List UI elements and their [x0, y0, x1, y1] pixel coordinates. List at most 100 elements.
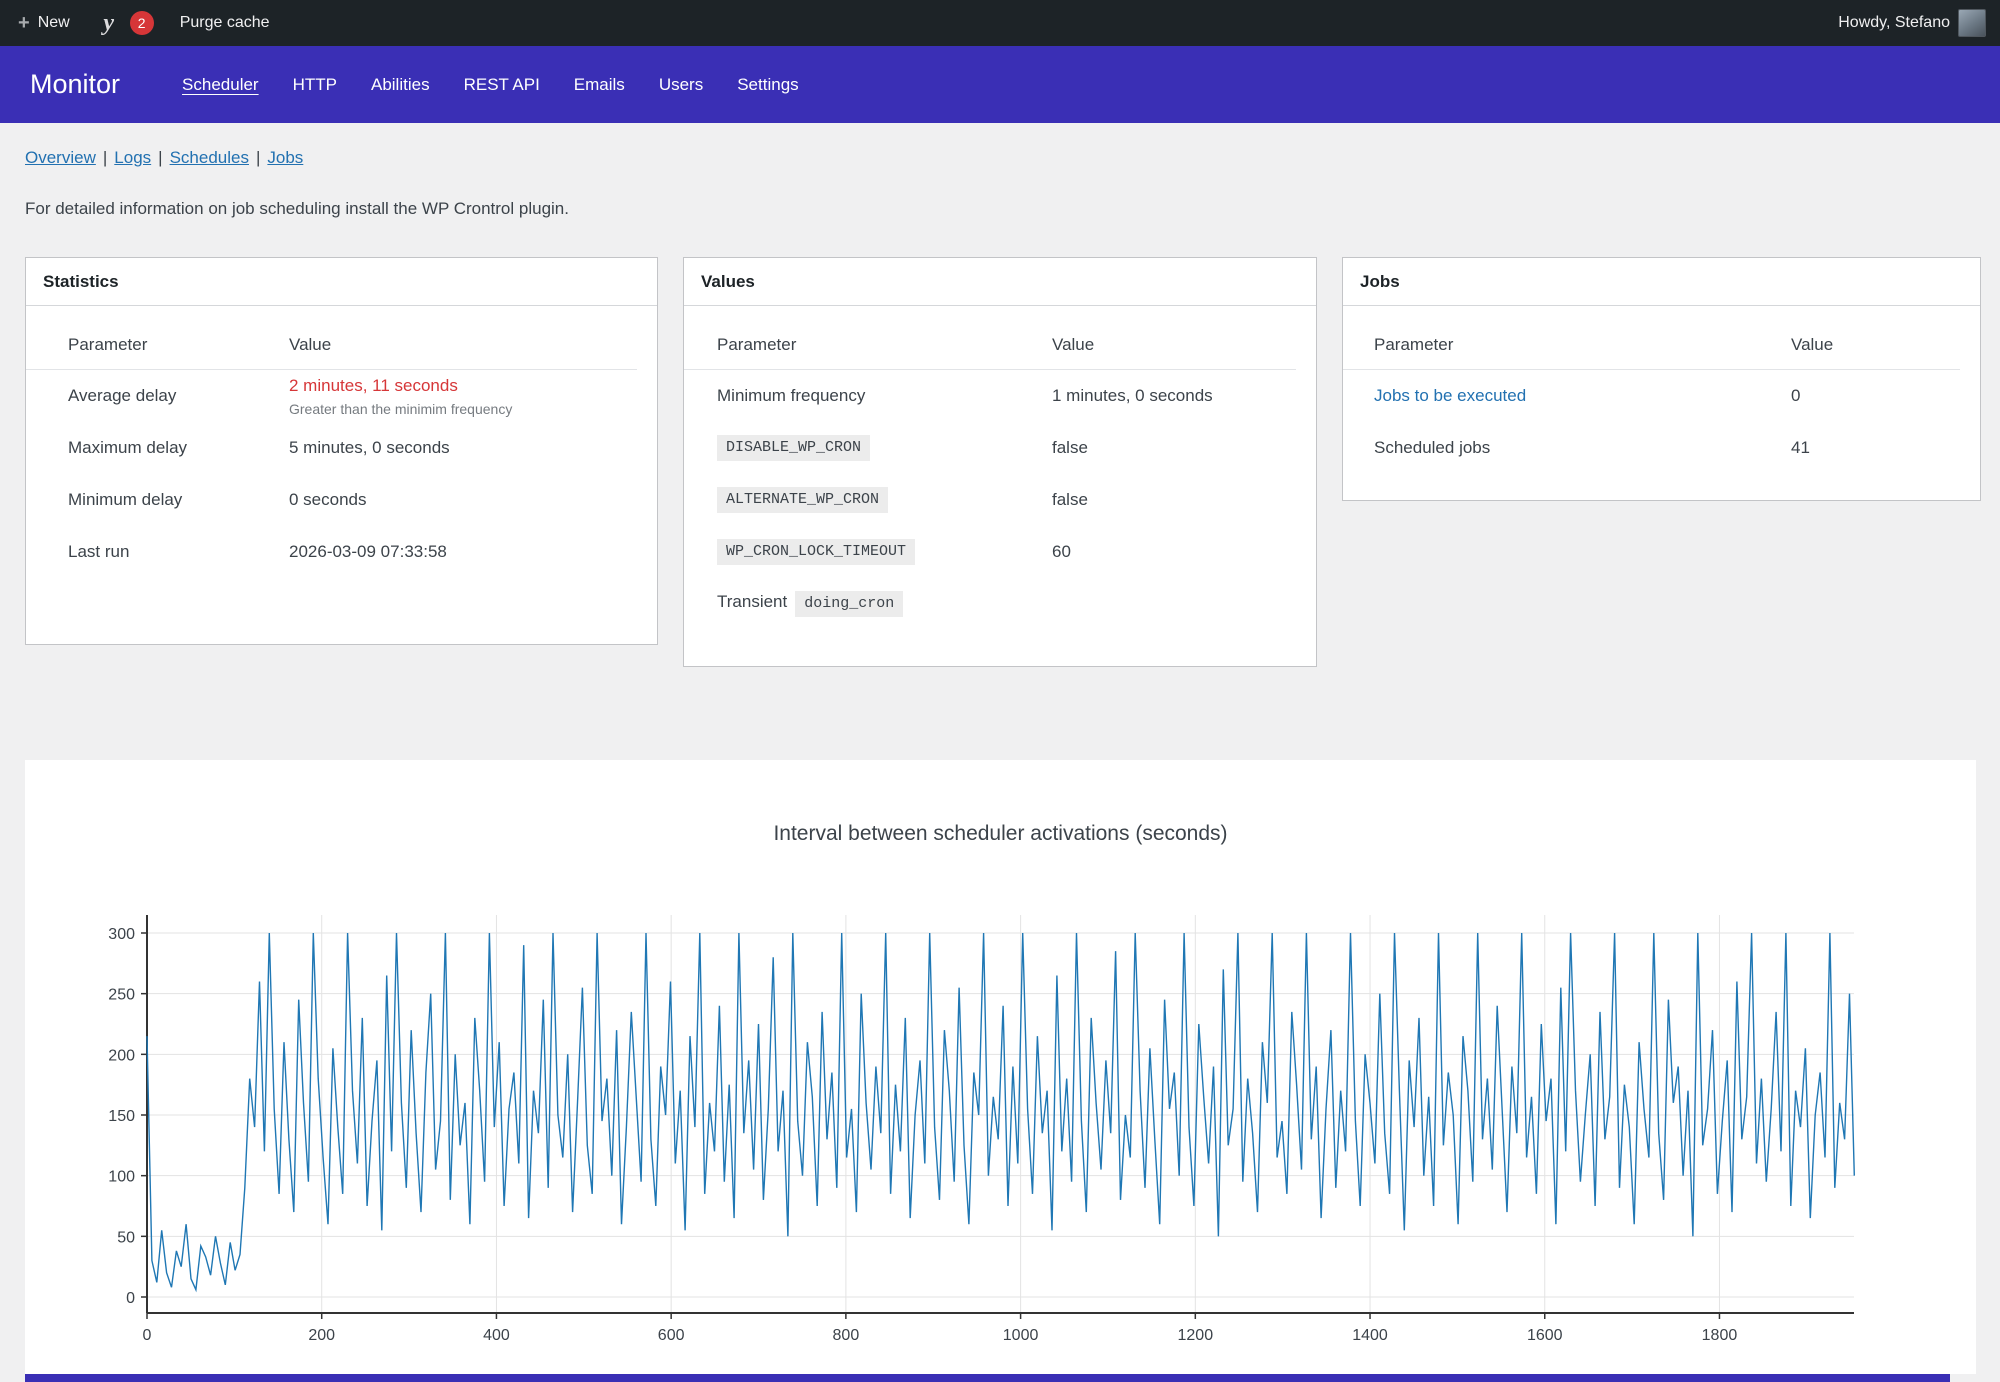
- param-cell: Minimum frequency: [717, 386, 1052, 406]
- table-header-row: ParameterValue: [1343, 320, 1960, 370]
- value-text: 2026-03-09 07:33:58: [289, 542, 447, 561]
- param-label: Last run: [68, 542, 129, 561]
- values-card: Values ParameterValue Minimum frequency 1 …: [683, 257, 1317, 667]
- admin-bar: + New y 2 Purge cache Howdy, Stefano: [0, 0, 2000, 46]
- value-text: 41: [1791, 438, 1810, 457]
- purge-cache-label: Purge cache: [180, 14, 270, 32]
- intro-text: For detailed information on job scheduli…: [25, 199, 569, 219]
- jobs-table: ParameterValue Jobs to be executed 0 Schedu…: [1343, 306, 1980, 474]
- y-tick-label-200: 200: [108, 1047, 135, 1064]
- value-cell: 60: [1052, 542, 1316, 562]
- param-cell: Maximum delay: [68, 438, 289, 458]
- new-label: New: [38, 14, 70, 32]
- column-header-value: Value: [1791, 335, 1960, 355]
- nav-item-rest-api[interactable]: REST API: [464, 75, 540, 95]
- chart-title: Interval between scheduler activations (…: [25, 822, 1976, 846]
- param-label: Minimum frequency: [717, 386, 865, 405]
- table-header-row: ParameterValue: [684, 320, 1296, 370]
- chart-card: 0200400600800100012001400160018000501001…: [25, 760, 1976, 1374]
- table-row: Jobs to be executed 0: [1343, 370, 1980, 422]
- new-button[interactable]: + New: [18, 13, 70, 33]
- nav-item-scheduler[interactable]: Scheduler: [182, 75, 259, 95]
- table-row: Minimum delay 0 seconds: [26, 474, 657, 526]
- x-tick-label-1800: 1800: [1702, 1327, 1738, 1344]
- plugin-nav: Monitor Scheduler HTTP Abilities REST API Em…: [0, 46, 2000, 123]
- value-cell: 0 seconds: [289, 490, 657, 510]
- breadcrumb-link-overview[interactable]: Overview: [25, 148, 96, 167]
- table-header-row: ParameterValue: [26, 320, 637, 370]
- value-text: 0 seconds: [289, 490, 367, 509]
- account-menu[interactable]: Howdy, Stefano: [1838, 9, 1986, 37]
- table-row: DISABLE_WP_CRON false: [684, 422, 1316, 474]
- code-chip: ALTERNATE_WP_CRON: [717, 487, 888, 514]
- howdy-label: Howdy, Stefano: [1838, 14, 1950, 32]
- x-tick-label-1600: 1600: [1527, 1327, 1563, 1344]
- avatar: [1958, 9, 1986, 37]
- yoast-notification-badge: 2: [130, 11, 154, 35]
- column-header-parameter: Parameter: [1374, 335, 1791, 355]
- value-cell: false: [1052, 438, 1316, 458]
- nav-item-abilities[interactable]: Abilities: [371, 75, 430, 95]
- card-title: Values: [684, 258, 1316, 306]
- nav-item-users[interactable]: Users: [659, 75, 703, 95]
- x-tick-label-600: 600: [658, 1327, 685, 1344]
- x-tick-label-1200: 1200: [1178, 1327, 1214, 1344]
- value-cell: 5 minutes, 0 seconds: [289, 438, 657, 458]
- param-cell: ALTERNATE_WP_CRON: [717, 487, 1052, 514]
- param-label: Scheduled jobs: [1374, 438, 1490, 457]
- x-tick-label-400: 400: [483, 1327, 510, 1344]
- table-row: Last run 2026-03-09 07:33:58: [26, 526, 657, 578]
- value-cell: 2 minutes, 11 seconds Greater than the mi…: [289, 376, 657, 417]
- value-cell: 0: [1791, 386, 1980, 406]
- purge-cache-button[interactable]: Purge cache: [180, 14, 270, 32]
- breadcrumb-link-jobs[interactable]: Jobs: [267, 148, 303, 167]
- param-link[interactable]: Jobs to be executed: [1374, 386, 1526, 405]
- nav-item-emails[interactable]: Emails: [574, 75, 625, 95]
- statistics-card: Statistics ParameterValueAverage delay2 …: [25, 257, 658, 645]
- card-title: Jobs: [1343, 258, 1980, 306]
- value-note: Greater than the minimim frequency: [289, 401, 641, 417]
- table-row: Transientdoing_cron: [684, 578, 1316, 630]
- value-text: 60: [1052, 542, 1071, 561]
- param-label: Maximum delay: [68, 438, 187, 457]
- table-row: Scheduled jobs 41: [1343, 422, 1980, 474]
- code-chip: DISABLE_WP_CRON: [717, 435, 870, 462]
- value-cell: 41: [1791, 438, 1980, 458]
- x-tick-label-200: 200: [308, 1327, 335, 1344]
- table-row: ALTERNATE_WP_CRON false: [684, 474, 1316, 526]
- code-chip: WP_CRON_LOCK_TIMEOUT: [717, 539, 915, 566]
- y-tick-label-250: 250: [108, 987, 135, 1004]
- param-cell: WP_CRON_LOCK_TIMEOUT: [717, 539, 1052, 566]
- param-label: Minimum delay: [68, 490, 182, 509]
- values-table: ParameterValue Minimum frequency 1 minutes…: [684, 306, 1316, 630]
- statistics-table: ParameterValueAverage delay2 minutes, 11…: [26, 306, 657, 578]
- param-cell: Scheduled jobs: [1374, 438, 1791, 458]
- table-row: Average delay2 minutes, 11 secondsGreate…: [26, 370, 657, 422]
- value-cell: false: [1052, 490, 1316, 510]
- value-text: false: [1052, 490, 1088, 509]
- yoast-menu[interactable]: y 2: [96, 10, 154, 36]
- value-cell: 1 minutes, 0 seconds: [1052, 386, 1316, 406]
- value-text: 2 minutes, 11 seconds: [289, 376, 458, 395]
- next-section-bar: [25, 1374, 1950, 1382]
- param-cell: Minimum delay: [68, 490, 289, 510]
- breadcrumb-link-schedules[interactable]: Schedules: [170, 148, 249, 167]
- x-tick-label-800: 800: [833, 1327, 860, 1344]
- breadcrumb-separator: |: [158, 148, 162, 167]
- table-row: WP_CRON_LOCK_TIMEOUT 60: [684, 526, 1316, 578]
- nav-item-http[interactable]: HTTP: [293, 75, 337, 95]
- page-title: Monitor: [30, 69, 120, 100]
- value-text: false: [1052, 438, 1088, 457]
- yoast-icon: y: [96, 10, 122, 36]
- nav-item-settings[interactable]: Settings: [737, 75, 798, 95]
- jobs-card: Jobs ParameterValue Jobs to be executed 0 S…: [1342, 257, 1981, 501]
- param-cell: Transientdoing_cron: [717, 591, 1052, 618]
- param-cell: Last run: [68, 542, 289, 562]
- breadcrumb-link-logs[interactable]: Logs: [114, 148, 151, 167]
- y-tick-label-100: 100: [108, 1169, 135, 1186]
- column-header-parameter: Parameter: [717, 335, 1052, 355]
- y-tick-label-50: 50: [117, 1229, 135, 1246]
- plus-icon: +: [18, 13, 30, 33]
- value-cell: 2026-03-09 07:33:58: [289, 542, 657, 562]
- table-row: Maximum delay 5 minutes, 0 seconds: [26, 422, 657, 474]
